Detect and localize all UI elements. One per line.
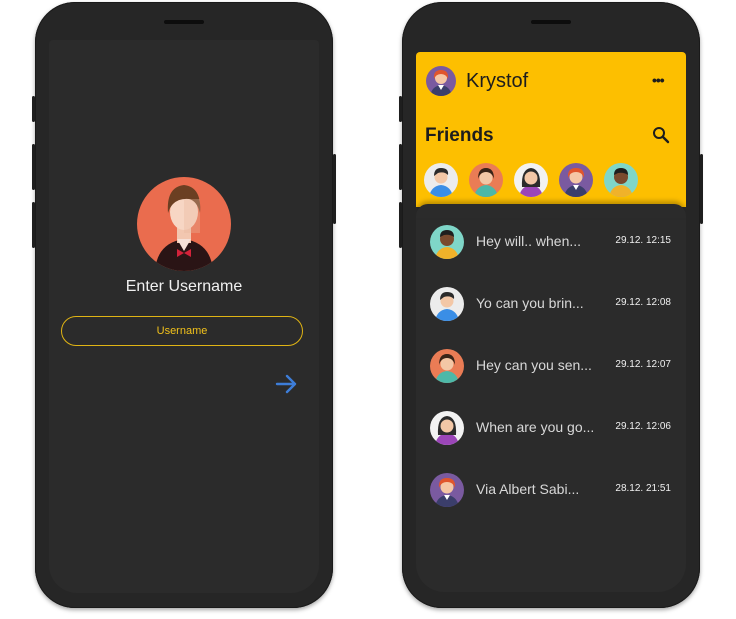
- friend-avatar-redhead-icon[interactable]: [559, 163, 593, 197]
- friend-avatar-girl-icon[interactable]: [469, 163, 503, 197]
- friend-avatar-boy-icon[interactable]: [424, 163, 458, 197]
- arrow-right-icon[interactable]: [275, 374, 299, 394]
- volume-button: [32, 96, 35, 122]
- speaker-grille: [531, 20, 571, 24]
- more-options-icon[interactable]: •••: [652, 72, 665, 88]
- friends-title: Friends: [425, 125, 494, 146]
- message-time: 29.12. 12:06: [615, 421, 671, 432]
- contact-avatar-icon: [430, 411, 464, 445]
- contact-avatar-icon: [430, 473, 464, 507]
- message-preview: Yo can you brin...: [476, 295, 584, 311]
- login-phone-mockup: Enter Username: [32, 2, 336, 608]
- volume-button: [399, 96, 402, 122]
- username-input[interactable]: [61, 316, 303, 346]
- power-button: [700, 154, 703, 224]
- volume-button: [399, 144, 402, 190]
- chat-header: Krystof ••• Friends: [416, 52, 686, 207]
- message-time: 28.12. 21:51: [615, 483, 671, 494]
- search-icon[interactable]: [652, 126, 670, 144]
- conversation-row[interactable]: Via Albert Sabi... 28.12. 21:51: [416, 467, 686, 525]
- message-time: 29.12. 12:07: [615, 359, 671, 370]
- login-screen: Enter Username: [49, 40, 319, 593]
- volume-button: [32, 144, 35, 190]
- contact-avatar-icon: [430, 287, 464, 321]
- enter-username-title: Enter Username: [125, 278, 243, 295]
- conversation-row[interactable]: Yo can you brin... 29.12. 12:08: [416, 281, 686, 339]
- profile-avatar-icon[interactable]: [426, 66, 456, 96]
- speaker-grille: [164, 20, 204, 24]
- conversation-row[interactable]: When are you go... 29.12. 12:06: [416, 405, 686, 463]
- volume-button: [32, 202, 35, 248]
- message-preview: Via Albert Sabi...: [476, 481, 580, 497]
- message-preview: Hey can you sen...: [476, 357, 592, 373]
- power-button: [333, 154, 336, 224]
- message-time: 29.12. 12:15: [615, 235, 671, 246]
- chat-phone-mockup: Krystof ••• Friends Hey will.. when... 2…: [399, 2, 703, 608]
- message-preview: Hey will.. when...: [476, 233, 582, 249]
- conversation-row[interactable]: Hey can you sen... 29.12. 12:07: [416, 343, 686, 401]
- current-user-name: Krystof: [466, 70, 529, 92]
- chat-screen: Krystof ••• Friends Hey will.. when... 2…: [416, 52, 686, 592]
- message-preview: When are you go...: [476, 419, 595, 435]
- volume-button: [399, 202, 402, 248]
- message-time: 29.12. 12:08: [615, 297, 671, 308]
- friend-avatar-woman-icon[interactable]: [514, 163, 548, 197]
- contact-avatar-icon: [430, 349, 464, 383]
- conversation-row[interactable]: Hey will.. when... 29.12. 12:15: [416, 219, 686, 277]
- user-avatar-icon: [137, 177, 231, 271]
- friend-avatar-man-icon[interactable]: [604, 163, 638, 197]
- chat-list-top-edge: [416, 204, 686, 218]
- contact-avatar-icon: [430, 225, 464, 259]
